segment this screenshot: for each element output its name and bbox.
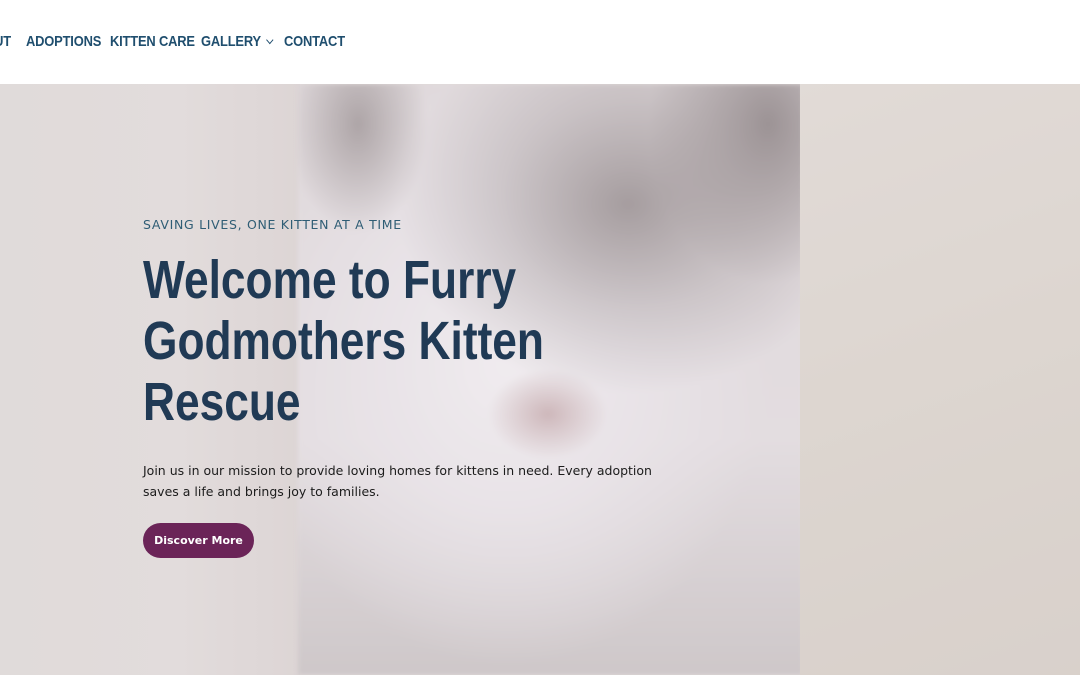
hero-headline-text: Welcome to Furry Godmothers Kitten Rescu… xyxy=(143,250,544,432)
main-nav: ABOUT ADOPTIONS KITTEN CARE GALLERY CONT… xyxy=(0,0,1080,84)
nav-gallery[interactable]: GALLERY xyxy=(201,33,274,53)
hero-description: Join us in our mission to provide loving… xyxy=(143,463,652,499)
nav-kitten-care[interactable]: KITTEN CARE xyxy=(110,33,195,53)
hero-section: SAVING LIVES, ONE KITTEN AT A TIME Welco… xyxy=(0,84,1080,675)
hero-headline: Welcome to Furry Godmothers Kitten Rescu… xyxy=(143,250,544,433)
site-header: ABOUT ADOPTIONS KITTEN CARE GALLERY CONT… xyxy=(0,0,1080,84)
nav-contact[interactable]: CONTACT xyxy=(284,33,345,53)
chevron-down-icon[interactable] xyxy=(265,35,274,45)
discover-more-button[interactable]: Discover More xyxy=(143,523,254,558)
nav-adoptions[interactable]: ADOPTIONS xyxy=(26,33,101,53)
hero-tagline: SAVING LIVES, ONE KITTEN AT A TIME xyxy=(143,217,402,232)
nav-gallery-label: GALLERY xyxy=(201,33,261,50)
nav-about[interactable]: ABOUT xyxy=(0,33,11,53)
